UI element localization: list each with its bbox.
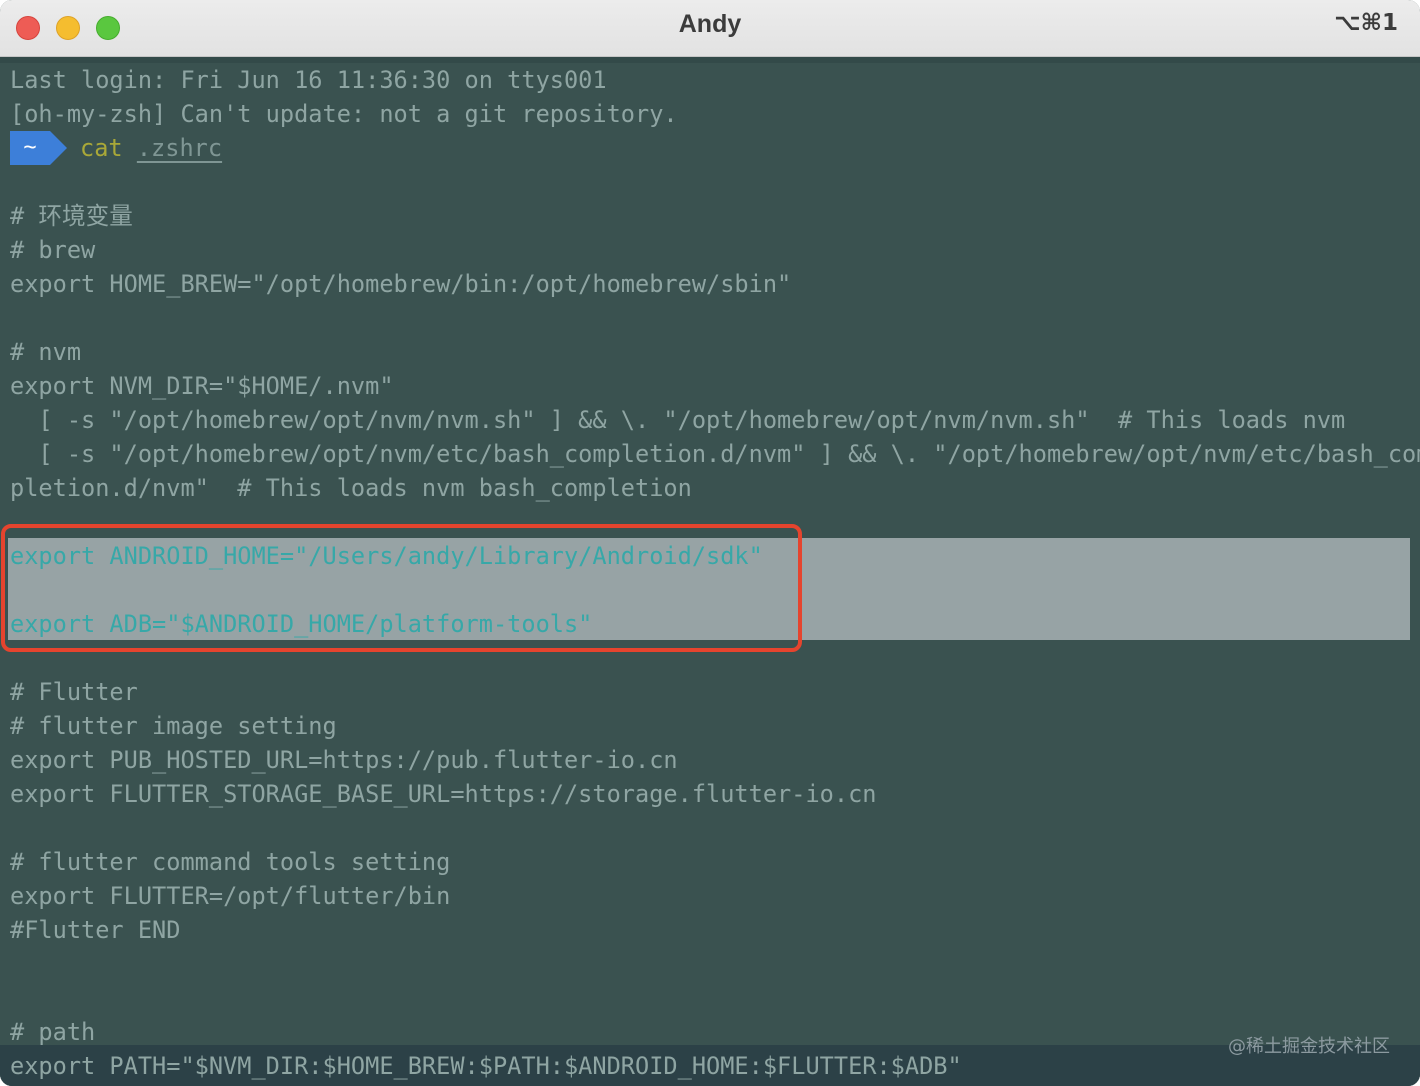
terminal-line: export PUB_HOSTED_URL=https://pub.flutte… <box>10 746 678 774</box>
prompt-command: cat .zshrc <box>80 131 222 165</box>
watermark: @稀土掘金技术社区 <box>1228 1036 1390 1057</box>
terminal-line: # 环境变量 <box>10 202 133 230</box>
terminal-line: pletion.d/nvm" # This loads nvm bash_com… <box>10 474 692 502</box>
prompt-arrow-icon <box>50 131 67 165</box>
terminal-line: # brew <box>10 236 96 264</box>
terminal-line: export FLUTTER_STORAGE_BASE_URL=https://… <box>10 780 877 808</box>
terminal-line: [ -s "/opt/homebrew/opt/nvm/nvm.sh" ] &&… <box>10 406 1346 434</box>
terminal-line: export FLUTTER=/opt/flutter/bin <box>10 882 451 910</box>
terminal-line: #Flutter END <box>10 916 181 944</box>
terminal-line: [oh-my-zsh] Can't update: not a git repo… <box>10 100 678 128</box>
command-argument: .zshrc <box>136 134 223 162</box>
terminal-line: [ -s "/opt/homebrew/opt/nvm/etc/bash_com… <box>10 440 1420 468</box>
terminal-line: # nvm <box>10 338 82 366</box>
terminal-line: export NVM_DIR="$HOME/.nvm" <box>10 372 394 400</box>
terminal-line: # Flutter <box>10 678 138 706</box>
terminal-window: Andy ⌥⌘1 Last login: Fri Jun 16 11:36:30… <box>0 0 1420 1086</box>
terminal-line: # path <box>10 1018 96 1046</box>
window-shortcut: ⌥⌘1 <box>1334 10 1398 36</box>
command-name: cat <box>80 134 123 162</box>
window-title: Andy <box>678 10 742 38</box>
terminal-line: # flutter image setting <box>10 712 337 740</box>
terminal-content[interactable]: Last login: Fri Jun 16 11:36:30 on ttys0… <box>0 57 1420 1086</box>
terminal-line: # flutter command tools setting <box>10 848 451 876</box>
annotation-red-box <box>1 524 802 652</box>
terminal-line: export HOME_BREW="/opt/homebrew/bin:/opt… <box>10 270 792 298</box>
prompt-home-badge: ~ <box>10 131 50 165</box>
title-bar[interactable]: Andy ⌥⌘1 <box>0 0 1420 57</box>
terminal-line: Last login: Fri Jun 16 11:36:30 on ttys0… <box>10 66 607 94</box>
terminal-line: export PATH="$NVM_DIR:$HOME_BREW:$PATH:$… <box>10 1052 962 1080</box>
